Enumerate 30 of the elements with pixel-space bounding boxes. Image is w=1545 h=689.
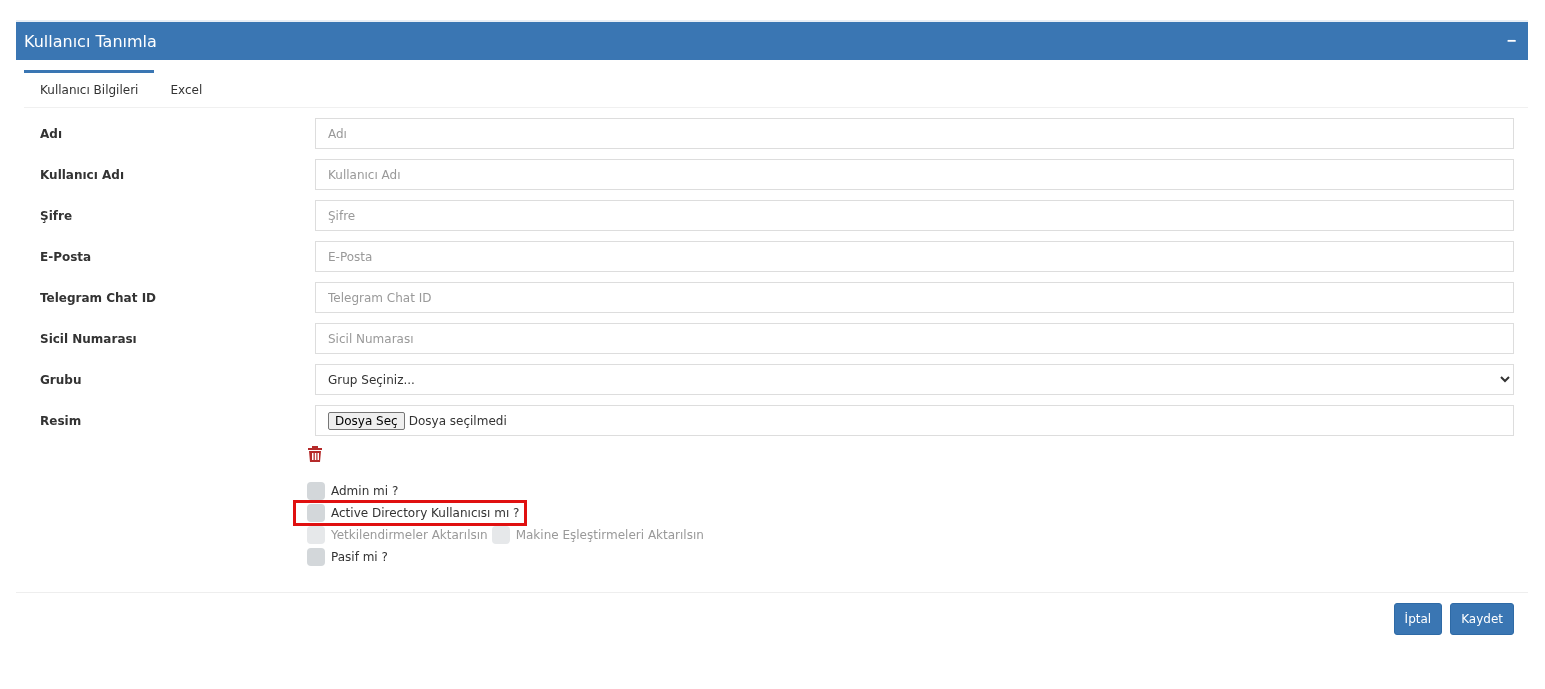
field-label: Telegram Chat ID <box>39 291 158 305</box>
input-field[interactable]: Telegram Chat ID <box>315 282 1514 313</box>
file-status: Dosya seçilmedi <box>408 413 507 428</box>
trash-icon[interactable] <box>308 446 322 462</box>
cancel-button[interactable]: İptal <box>1393 603 1443 635</box>
input-field[interactable]: Şifre <box>315 200 1514 231</box>
checkbox[interactable] <box>307 482 325 500</box>
panel-title: Kullanıcı Tanımla <box>24 31 157 51</box>
input-field[interactable]: E-Posta <box>315 241 1514 272</box>
save-button[interactable]: Kaydet <box>1450 603 1514 635</box>
checkbox[interactable] <box>307 504 325 522</box>
checkbox-label: Active Directory Kullanıcısı mı ? <box>331 506 520 520</box>
checkbox-label: Yetkilendirmeler Aktarılsın <box>331 528 488 542</box>
field-label: Şifre <box>39 209 74 223</box>
checkbox-label: Pasif mi ? <box>331 550 388 564</box>
checkbox-label: Admin mi ? <box>331 484 399 498</box>
field-label: Resim <box>39 414 83 428</box>
file-button[interactable]: Dosya Seç <box>328 411 405 430</box>
input-field[interactable]: Sicil Numarası <box>315 323 1514 354</box>
checkbox[interactable] <box>307 548 325 566</box>
field-label: Sicil Numarası <box>39 332 138 346</box>
field-label: Adı <box>39 127 63 141</box>
field-label: E-Posta <box>39 250 93 264</box>
field-label: Grubu <box>39 373 83 387</box>
select-field[interactable]: Grup Seçiniz... <box>315 364 1514 395</box>
input-field[interactable]: Adı <box>315 118 1514 149</box>
collapse-button[interactable]: − <box>1502 32 1520 50</box>
checkbox-label: Makine Eşleştirmeleri Aktarılsın <box>515 528 704 542</box>
input-field[interactable]: Kullanıcı Adı <box>315 159 1514 190</box>
field-label: Kullanıcı Adı <box>39 168 125 182</box>
